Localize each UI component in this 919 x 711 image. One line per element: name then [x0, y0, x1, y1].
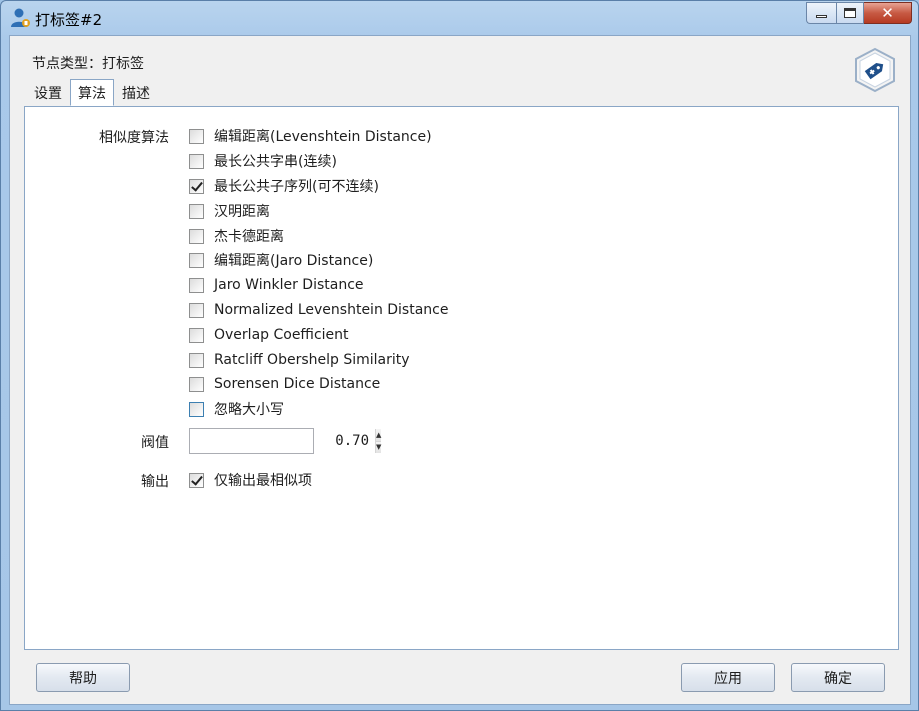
apply-button[interactable]: 应用 [681, 663, 775, 692]
checkbox-label: 编辑距离(Levenshtein Distance) [214, 129, 432, 145]
algorithm-option[interactable]: 杰卡德距离 [189, 226, 284, 246]
algorithm-option[interactable]: Sorensen Dice Distance [189, 374, 380, 394]
checkbox[interactable] [189, 277, 204, 293]
dialog-window: 打标签#2 ✕ 节点类型：打标签 设置 算法 描述 相似度算法 编辑距离(Lev… [0, 0, 919, 711]
algorithm-option[interactable]: Ratcliff Obershelp Similarity [189, 350, 410, 370]
app-user-icon [11, 8, 30, 27]
checkbox[interactable] [189, 352, 204, 368]
dialog-body: 节点类型：打标签 设置 算法 描述 相似度算法 编辑距离(Levenshtein… [9, 35, 911, 705]
checkbox-label: Normalized Levenshtein Distance [214, 302, 449, 318]
checkbox-label: Sorensen Dice Distance [214, 376, 381, 392]
checkbox-label: 汉明距离 [214, 204, 270, 220]
output-label: 输出 [141, 474, 169, 490]
checkbox[interactable] [189, 401, 204, 417]
checkbox[interactable] [189, 327, 204, 343]
algorithm-option[interactable]: Jaro Winkler Distance [189, 275, 364, 295]
checkbox[interactable] [189, 128, 204, 144]
threshold-label: 阀值 [141, 435, 169, 451]
similarity-algorithm-label: 相似度算法 [99, 130, 169, 146]
checkbox[interactable] [189, 376, 204, 392]
checkbox[interactable] [189, 252, 204, 268]
minimize-button[interactable] [806, 2, 836, 24]
arrow-down-icon: ▼ [376, 443, 382, 452]
tab-description[interactable]: 描述 [114, 81, 158, 106]
tag-hexagon-icon [855, 47, 895, 93]
title-bar[interactable]: 打标签#2 ✕ [1, 1, 918, 35]
close-button[interactable]: ✕ [864, 2, 912, 24]
minimize-icon [816, 15, 827, 18]
tab-algorithm[interactable]: 算法 [70, 79, 114, 106]
node-type-label: 节点类型：打标签 [32, 56, 144, 72]
checkbox-label: 忽略大小写 [214, 402, 284, 418]
checkbox-label: Jaro Winkler Distance [214, 277, 364, 293]
threshold-input[interactable] [190, 429, 375, 453]
checkbox[interactable] [189, 153, 204, 169]
spin-up-button[interactable]: ▲ [376, 429, 382, 442]
algorithm-option[interactable]: 最长公共子序列(可不连续) [189, 176, 379, 196]
window-title: 打标签#2 [35, 11, 103, 29]
maximize-button[interactable] [836, 2, 864, 24]
arrow-up-icon: ▲ [376, 430, 382, 439]
close-icon: ✕ [881, 3, 894, 22]
algorithm-panel: 相似度算法 编辑距离(Levenshtein Distance) 最长公共字串(… [24, 106, 899, 650]
window-controls: ✕ [806, 2, 912, 24]
algorithm-option[interactable]: Overlap Coefficient [189, 325, 349, 345]
checkbox[interactable] [189, 178, 204, 194]
spin-down-button[interactable]: ▼ [376, 441, 382, 453]
algorithm-option[interactable]: 编辑距离(Jaro Distance) [189, 250, 373, 270]
checkbox-label: Overlap Coefficient [214, 327, 349, 343]
checkbox[interactable] [189, 203, 204, 219]
checkbox-label: 最长公共字串(连续) [214, 154, 337, 170]
checkbox[interactable] [189, 228, 204, 244]
checkbox-label: 最长公共子序列(可不连续) [214, 179, 379, 195]
checkbox-label: 仅输出最相似项 [214, 473, 312, 489]
checkbox-label: Ratcliff Obershelp Similarity [214, 352, 410, 368]
ok-button[interactable]: 确定 [791, 663, 885, 692]
algorithm-option[interactable]: 编辑距离(Levenshtein Distance) [189, 126, 432, 146]
checkbox[interactable] [189, 472, 204, 488]
spin-buttons: ▲ ▼ [375, 429, 382, 453]
threshold-spinbox: ▲ ▼ [189, 428, 382, 454]
output-most-similar-option[interactable]: 仅输出最相似项 [189, 470, 312, 490]
checkbox-label: 编辑距离(Jaro Distance) [214, 253, 374, 269]
algorithm-option[interactable]: 汉明距离 [189, 201, 270, 221]
help-button[interactable]: 帮助 [36, 663, 130, 692]
ignore-case-option[interactable]: 忽略大小写 [189, 399, 284, 419]
maximize-icon [844, 8, 856, 18]
algorithm-option[interactable]: Normalized Levenshtein Distance [189, 300, 448, 320]
checkbox-label: 杰卡德距离 [214, 229, 284, 245]
tab-settings[interactable]: 设置 [26, 81, 70, 106]
tab-strip: 设置 算法 描述 [26, 79, 158, 107]
checkbox[interactable] [189, 302, 204, 318]
algorithm-option[interactable]: 最长公共字串(连续) [189, 151, 337, 171]
